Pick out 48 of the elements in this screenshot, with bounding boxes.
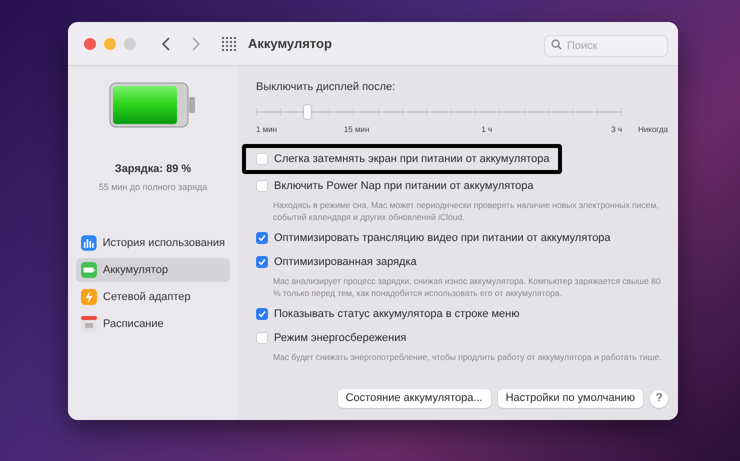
grid-icon[interactable] <box>222 36 236 50</box>
tick-label: 3 ч <box>611 124 622 136</box>
back-icon[interactable] <box>162 36 170 50</box>
checkbox-label[interactable]: Режим энергосбережения <box>274 330 406 346</box>
push-button[interactable]: Состояние аккумулятора... <box>338 389 491 408</box>
checkbox[interactable] <box>256 180 268 192</box>
calendar-icon <box>81 316 97 332</box>
minimize-button[interactable] <box>104 38 116 50</box>
checkbox[interactable] <box>256 232 268 244</box>
bar-chart-icon <box>81 235 97 251</box>
charge-status: Зарядка: 89 % <box>114 162 192 177</box>
option-description: Находясь в режиме сна, Mac может периодически проверять наличие новых электронных писем, событий календаря и других обновлений iCloud. <box>273 198 660 222</box>
option-description: Mac анализирует процесс зарядки, снижая износ аккумулятора. Компьютер заряжается свыше 80 % только перед тем, как понадобится использовать его от аккумулятора. <box>273 274 662 298</box>
checkbox-label[interactable]: Оптимизировать трансляцию видео при питании от аккумулятора <box>274 230 611 246</box>
checkbox-label[interactable]: Слегка затемнять экран при питании от аккумулятора <box>274 150 550 167</box>
zoom-button[interactable] <box>124 38 136 50</box>
tick-label: 15 мин <box>344 124 370 136</box>
sidebar-item[interactable]: Сетевой адаптер <box>76 285 230 309</box>
tick-label: 1 ч <box>481 124 492 136</box>
battery-icon <box>81 262 97 278</box>
search-field[interactable]: Поиск <box>544 34 668 56</box>
slider-label: Выключить дисплей после: <box>256 80 396 95</box>
checkbox[interactable] <box>256 256 268 268</box>
slider-track[interactable] <box>256 104 622 118</box>
slider-thumb[interactable] <box>304 104 312 118</box>
forward-icon[interactable] <box>192 36 200 50</box>
window-title: Аккумулятор <box>248 34 332 53</box>
checkbox[interactable] <box>256 332 268 344</box>
checkmark-icon <box>258 234 266 242</box>
tick-label: 1 мин <box>256 124 278 136</box>
tick-label: Никогда <box>638 124 668 136</box>
lightning-icon <box>81 289 97 305</box>
checkbox-label[interactable]: Показывать статус аккумулятора в строке меню <box>274 306 520 322</box>
option-description: Mac будет снижать энергопотребление, чтобы продлить работу от аккумулятора и работать тише. <box>273 350 663 362</box>
checkmark-icon <box>258 310 266 318</box>
sidebar-item[interactable]: Расписание <box>76 312 230 336</box>
time-remaining: 55 мин до полного заряда <box>98 180 208 194</box>
checkbox[interactable] <box>256 152 268 165</box>
checkbox[interactable] <box>256 308 268 320</box>
checkbox-label[interactable]: Оптимизированная зарядка <box>274 254 417 270</box>
sidebar-item[interactable]: Аккумулятор <box>76 258 230 282</box>
push-button[interactable]: Настройки по умолчанию <box>498 389 643 408</box>
help-button[interactable]: ? <box>650 390 668 408</box>
search-icon <box>551 38 562 50</box>
checkbox-label[interactable]: Включить Power Nap при питании от аккумулятора <box>274 178 534 194</box>
close-button[interactable] <box>84 38 96 50</box>
sidebar-item[interactable]: История использования <box>76 231 230 255</box>
checkmark-icon <box>258 258 266 266</box>
